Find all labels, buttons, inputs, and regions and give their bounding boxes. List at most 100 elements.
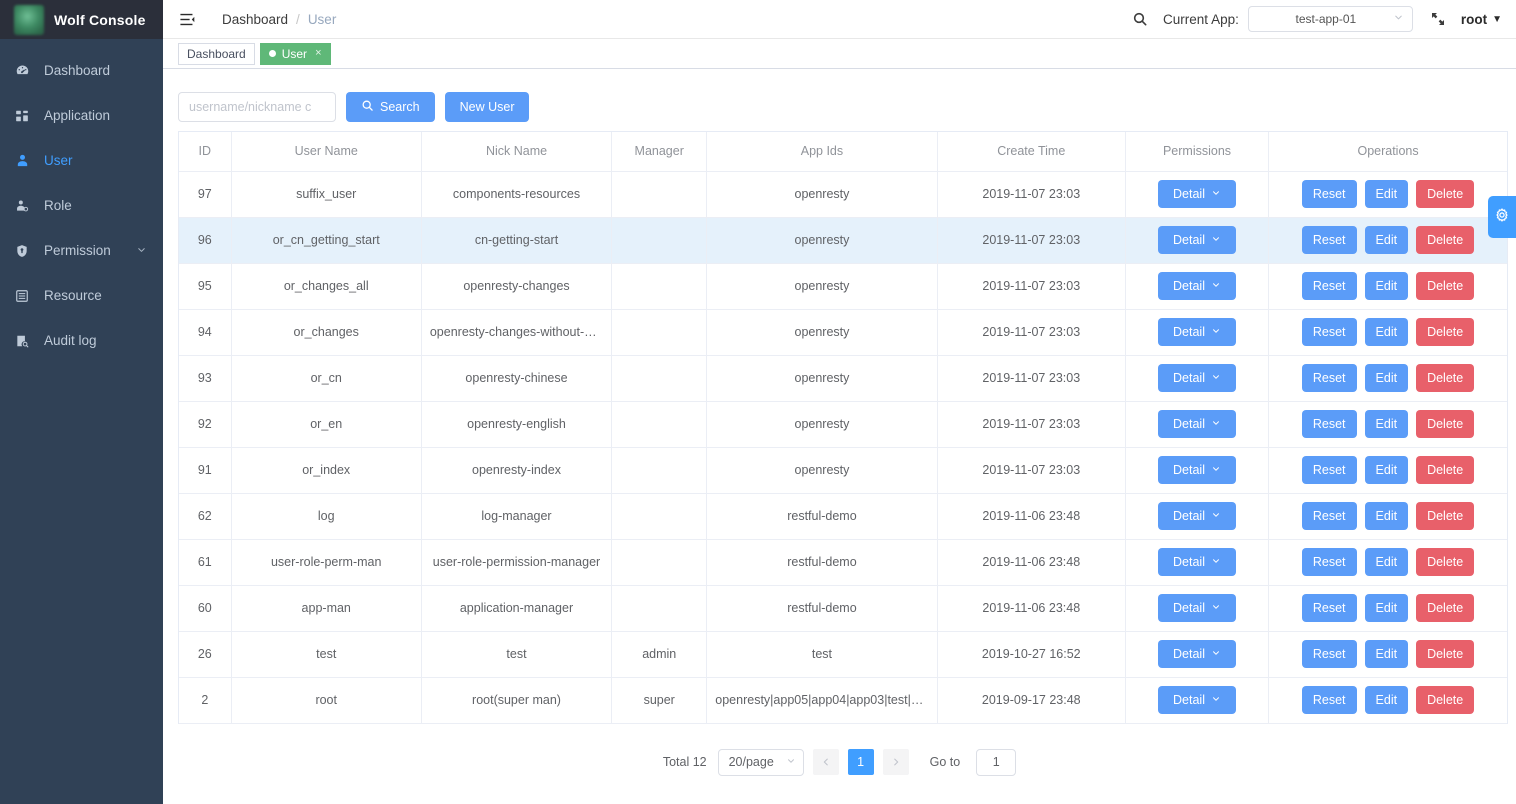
edit-button[interactable]: Edit — [1365, 272, 1409, 300]
reset-button[interactable]: Reset — [1302, 548, 1357, 576]
reset-button[interactable]: Reset — [1302, 594, 1357, 622]
cell-nick-name: openresty-changes-without-1… — [421, 309, 611, 355]
table-row[interactable]: 91or_indexopenresty-indexopenresty2019-1… — [179, 447, 1507, 493]
pagination-next-button[interactable] — [883, 749, 909, 775]
table-row[interactable]: 94or_changesopenresty-changes-without-1…… — [179, 309, 1507, 355]
delete-button[interactable]: Delete — [1416, 594, 1474, 622]
table-row[interactable]: 60app-manapplication-managerrestful-demo… — [179, 585, 1507, 631]
logo-title: Wolf Console — [54, 12, 146, 28]
edit-button[interactable]: Edit — [1365, 410, 1409, 438]
pagination-prev-button[interactable] — [813, 749, 839, 775]
delete-button[interactable]: Delete — [1416, 640, 1474, 668]
reset-button[interactable]: Reset — [1302, 410, 1357, 438]
tab-user[interactable]: User × — [260, 43, 331, 65]
delete-button[interactable]: Delete — [1416, 456, 1474, 484]
edit-button[interactable]: Edit — [1365, 548, 1409, 576]
reset-button[interactable]: Reset — [1302, 318, 1357, 346]
cell-user-name: log — [231, 493, 421, 539]
operations-group: Reset EditDelete — [1277, 410, 1499, 438]
detail-button[interactable]: Detail — [1158, 548, 1236, 576]
edit-button[interactable]: Edit — [1365, 180, 1409, 208]
delete-button[interactable]: Delete — [1416, 364, 1474, 392]
detail-button[interactable]: Detail — [1158, 410, 1236, 438]
detail-button-label: Detail — [1173, 279, 1205, 293]
detail-button[interactable]: Detail — [1158, 456, 1236, 484]
reset-button[interactable]: Reset — [1302, 686, 1357, 714]
edit-button[interactable]: Edit — [1365, 640, 1409, 668]
logo-row[interactable]: Wolf Console — [0, 0, 163, 39]
user-menu[interactable]: root ▼ — [1461, 12, 1504, 27]
tab-close-icon[interactable]: × — [315, 48, 321, 59]
edit-button[interactable]: Edit — [1365, 318, 1409, 346]
cell-manager — [612, 401, 707, 447]
detail-button[interactable]: Detail — [1158, 686, 1236, 714]
sidebar-item-user[interactable]: User — [0, 138, 163, 183]
search-icon[interactable] — [1125, 11, 1155, 27]
chevron-down-icon — [1211, 555, 1221, 569]
fullscreen-icon[interactable] — [1421, 11, 1455, 27]
reset-button[interactable]: Reset — [1302, 502, 1357, 530]
table-row[interactable]: 2rootroot(super man)superopenresty|app05… — [179, 677, 1507, 723]
sidebar-item-dashboard[interactable]: Dashboard — [0, 48, 163, 93]
pagination-goto-label: Go to — [930, 755, 961, 769]
edit-button[interactable]: Edit — [1365, 364, 1409, 392]
reset-button[interactable]: Reset — [1302, 272, 1357, 300]
current-app-select[interactable]: test-app-01 — [1248, 6, 1413, 32]
detail-button[interactable]: Detail — [1158, 364, 1236, 392]
sidebar-item-resource[interactable]: Resource — [0, 273, 163, 318]
page-size-select[interactable]: 20/page — [718, 749, 804, 776]
table-row[interactable]: 97suffix_usercomponents-resourcesopenres… — [179, 171, 1507, 217]
table-row[interactable]: 26testtestadmintest2019-10-27 16:52Detai… — [179, 631, 1507, 677]
detail-button[interactable]: Detail — [1158, 272, 1236, 300]
table-row[interactable]: 61user-role-perm-manuser-role-permission… — [179, 539, 1507, 585]
delete-button[interactable]: Delete — [1416, 226, 1474, 254]
settings-drawer-handle[interactable] — [1488, 196, 1516, 238]
sidebar-item-audit-log[interactable]: Audit log — [0, 318, 163, 363]
table-row[interactable]: 62loglog-managerrestful-demo2019-11-06 2… — [179, 493, 1507, 539]
delete-button[interactable]: Delete — [1416, 272, 1474, 300]
reset-button[interactable]: Reset — [1302, 456, 1357, 484]
cell-app-ids: openresty — [707, 263, 937, 309]
sidebar-item-role[interactable]: Role — [0, 183, 163, 228]
edit-button[interactable]: Edit — [1365, 686, 1409, 714]
detail-button[interactable]: Detail — [1158, 318, 1236, 346]
delete-button[interactable]: Delete — [1416, 502, 1474, 530]
detail-button[interactable]: Detail — [1158, 502, 1236, 530]
detail-button[interactable]: Detail — [1158, 226, 1236, 254]
reset-button[interactable]: Reset — [1302, 640, 1357, 668]
table-row[interactable]: 96or_cn_getting_startcn-getting-startope… — [179, 217, 1507, 263]
tab-dashboard[interactable]: Dashboard — [178, 43, 255, 65]
search-button[interactable]: Search — [346, 92, 435, 122]
pagination-page-1[interactable]: 1 — [848, 749, 874, 775]
search-input[interactable] — [178, 92, 336, 122]
delete-button[interactable]: Delete — [1416, 686, 1474, 714]
pagination: Total 12 20/page 1 Go to — [163, 749, 1516, 776]
delete-button[interactable]: Delete — [1416, 548, 1474, 576]
detail-button[interactable]: Detail — [1158, 180, 1236, 208]
edit-button[interactable]: Edit — [1365, 226, 1409, 254]
edit-button[interactable]: Edit — [1365, 502, 1409, 530]
breadcrumb-dashboard[interactable]: Dashboard — [222, 12, 288, 27]
sidebar-item-application[interactable]: Application — [0, 93, 163, 138]
chevron-down-icon — [1211, 371, 1221, 385]
table-row[interactable]: 92or_enopenresty-englishopenresty2019-11… — [179, 401, 1507, 447]
detail-button[interactable]: Detail — [1158, 640, 1236, 668]
delete-button[interactable]: Delete — [1416, 410, 1474, 438]
reset-button[interactable]: Reset — [1302, 364, 1357, 392]
search-icon — [361, 99, 374, 115]
edit-button[interactable]: Edit — [1365, 456, 1409, 484]
delete-button[interactable]: Delete — [1416, 180, 1474, 208]
sidebar-toggle-icon[interactable] — [177, 9, 197, 29]
pagination-goto-input[interactable] — [976, 749, 1016, 776]
table-row[interactable]: 93or_cnopenresty-chineseopenresty2019-11… — [179, 355, 1507, 401]
cell-app-ids: restful-demo — [707, 585, 937, 631]
detail-button[interactable]: Detail — [1158, 594, 1236, 622]
reset-button[interactable]: Reset — [1302, 226, 1357, 254]
sidebar-item-permission[interactable]: Permission — [0, 228, 163, 273]
reset-button[interactable]: Reset — [1302, 180, 1357, 208]
delete-button[interactable]: Delete — [1416, 318, 1474, 346]
new-user-button[interactable]: New User — [445, 92, 530, 122]
operations-group: Reset EditDelete — [1277, 594, 1499, 622]
edit-button[interactable]: Edit — [1365, 594, 1409, 622]
table-row[interactable]: 95or_changes_allopenresty-changesopenres… — [179, 263, 1507, 309]
